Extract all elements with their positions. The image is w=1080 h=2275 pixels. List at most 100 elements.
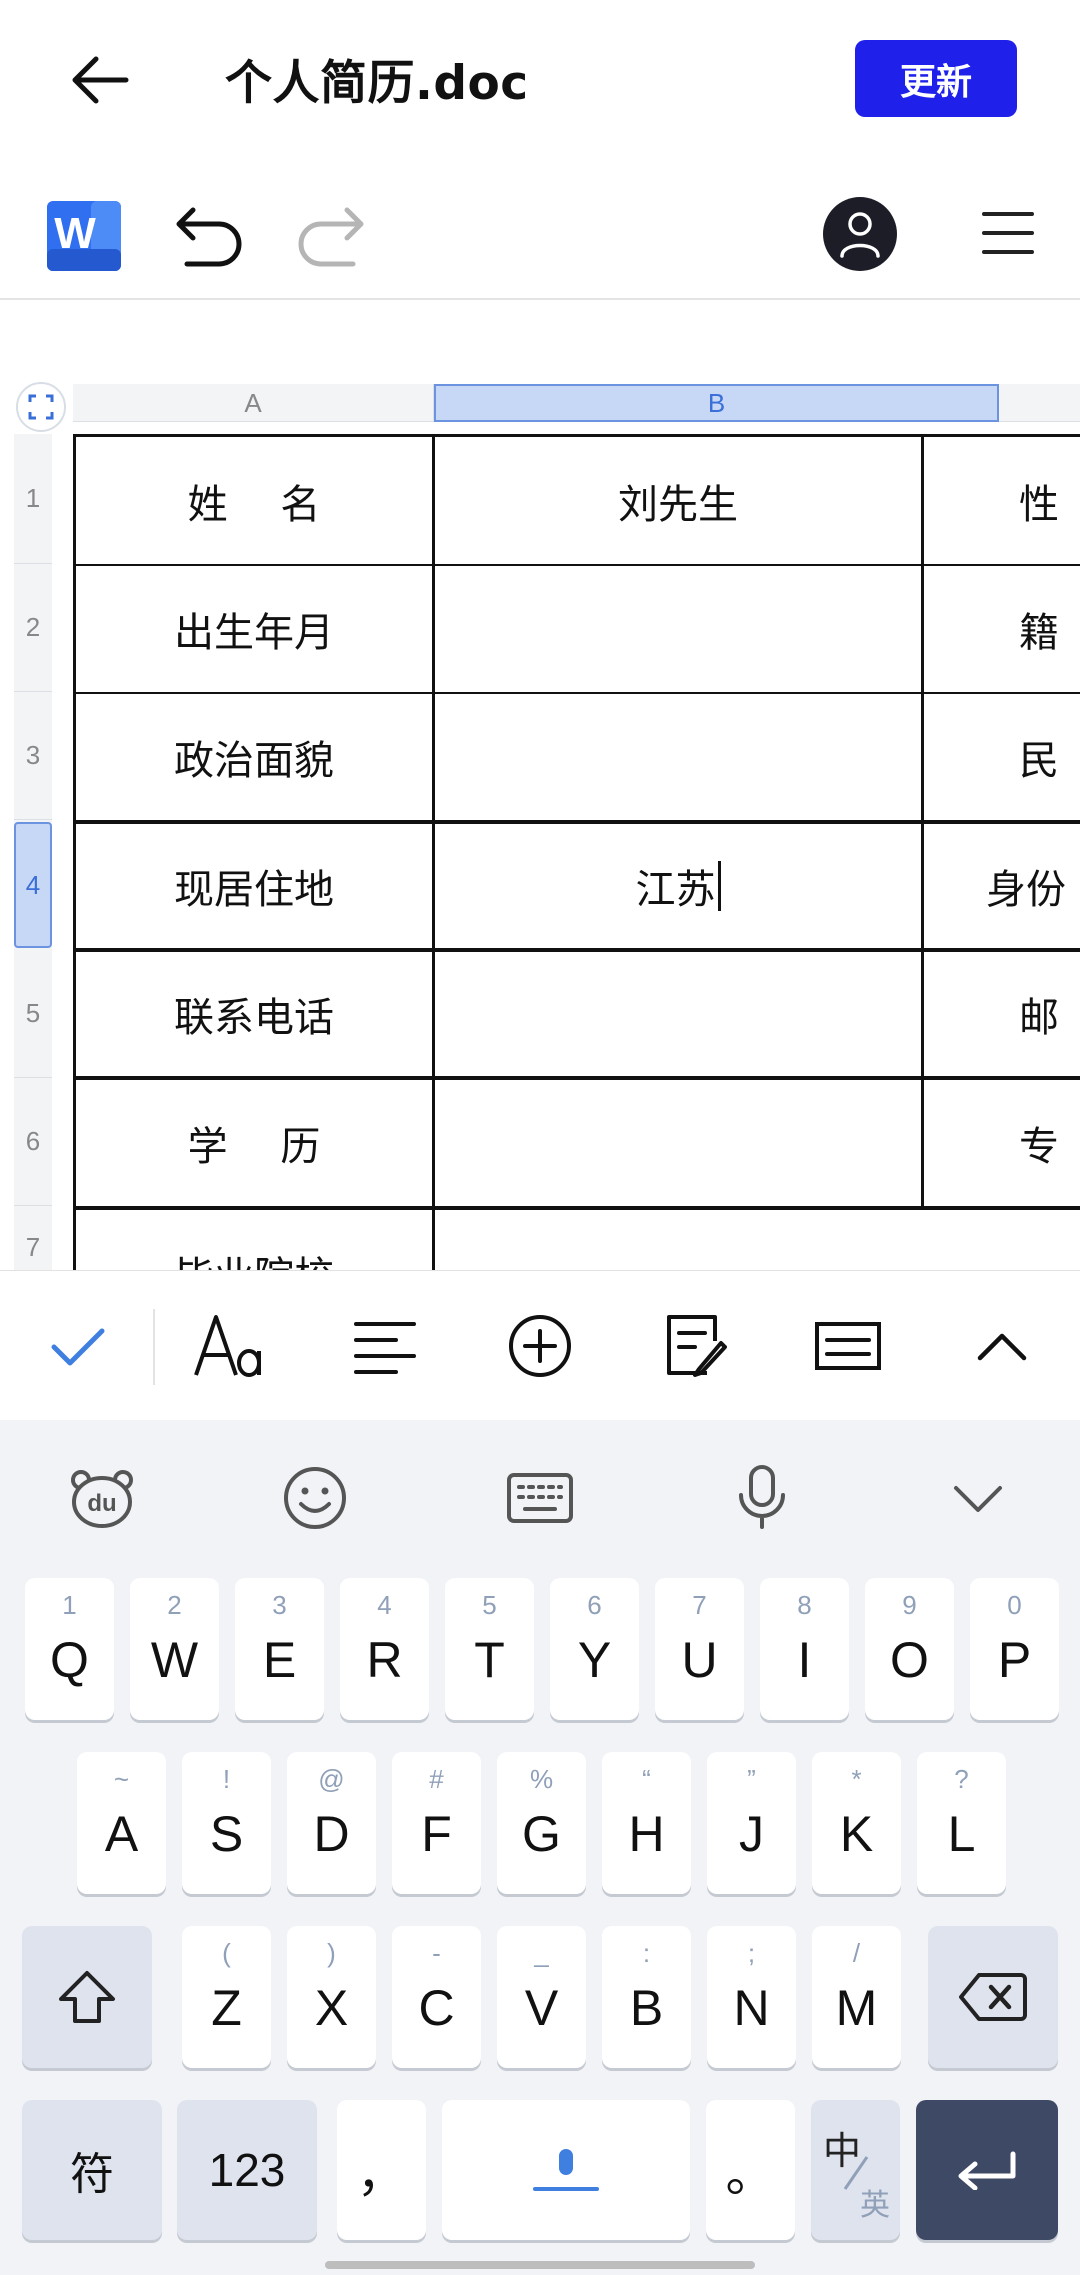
cell-c2[interactable]: 籍 [924,566,1080,692]
cell-a3[interactable]: 政治面貌 [76,694,432,820]
key-s[interactable]: ! S [182,1752,271,1894]
key-f[interactable]: # F [392,1752,481,1894]
language-switch-key[interactable]: 中 英 [811,2100,900,2240]
key-q[interactable]: 1Q [25,1578,114,1720]
key-e[interactable]: 3E [235,1578,324,1720]
row-header-4[interactable]: 4 [14,822,52,948]
key-c[interactable]: -C [392,1926,481,2068]
cell-b4-active[interactable]: 江苏 [435,824,921,948]
select-all-corner[interactable] [16,382,66,432]
row-header-7[interactable]: 7 [14,1208,52,1270]
svg-text:du: du [87,1490,116,1517]
emoji-button[interactable] [275,1460,355,1536]
key-m[interactable]: / M [812,1926,901,2068]
key-o[interactable]: 9O [865,1578,954,1720]
row-header-3[interactable]: 3 [14,692,52,820]
key-y[interactable]: 6Y [550,1578,639,1720]
document-sheet[interactable]: A B 1 2 3 4 5 6 7 姓 名 刘先生 性 出生年月 籍 政治面貌 [0,300,1080,1270]
enter-icon [958,2151,1016,2190]
cell-a7[interactable]: 毕业院校 [76,1210,432,1270]
key-b[interactable]: :B [602,1926,691,2068]
home-indicator [325,2261,755,2269]
hide-keyboard-button[interactable] [938,1460,1018,1536]
cell-a6[interactable]: 学 历 [76,1080,432,1206]
back-button[interactable] [62,45,138,115]
cell-c6[interactable]: 专 [924,1080,1080,1206]
backspace-key[interactable] [928,1926,1058,2068]
table-grid: 姓 名 刘先生 性 出生年月 籍 政治面貌 民 现居住地 江苏 身份 联系电话 … [73,434,1080,1270]
review-button[interactable] [655,1306,735,1386]
word-logo: W [47,201,121,271]
key-t[interactable]: 5T [445,1578,534,1720]
enter-key[interactable] [916,2100,1058,2240]
cell-a4[interactable]: 现居住地 [76,824,432,948]
confirm-button[interactable] [38,1306,118,1386]
key-r[interactable]: 4R [340,1578,429,1720]
key-u[interactable]: 7U [655,1578,744,1720]
check-icon [51,1328,105,1366]
row-header-2[interactable]: 2 [14,564,52,692]
cell-b1[interactable]: 刘先生 [435,437,921,564]
period-key[interactable]: 。 [706,2100,795,2240]
arrow-left-icon [72,56,129,104]
shift-arrow-icon [59,1971,115,2023]
key-a[interactable]: ~ A [77,1752,166,1894]
undo-button[interactable] [175,202,245,268]
key-j[interactable]: ” J [707,1752,796,1894]
column-header-b[interactable]: B [434,384,999,422]
symbols-key[interactable]: 符 [22,2100,162,2240]
key-k[interactable]: * K [812,1752,901,1894]
comma-key[interactable]: ， [337,2100,426,2240]
cell-c4[interactable]: 身份 [924,824,1080,948]
shift-key[interactable] [22,1926,152,2068]
redo-button[interactable] [295,202,365,268]
font-icon [194,1315,261,1377]
user-avatar[interactable] [823,197,897,271]
cell-a2[interactable]: 出生年月 [76,566,432,692]
plus-circle-icon [509,1315,571,1377]
key-l[interactable]: ? L [917,1752,1006,1894]
voice-input-button[interactable] [722,1460,802,1536]
cell-a5[interactable]: 联系电话 [76,952,432,1076]
keyboard-logo-button[interactable]: du [62,1460,142,1536]
cell-c3[interactable]: 民 [924,694,1080,820]
emoji-icon [284,1467,346,1529]
key-h[interactable]: “H [602,1752,691,1894]
update-button[interactable]: 更新 [855,40,1017,117]
row-header-5[interactable]: 5 [14,950,52,1078]
keyboard-switch-button[interactable] [500,1460,580,1536]
cell-b5[interactable] [435,952,921,1076]
cell-c1[interactable]: 性 [924,437,1080,564]
cell-b3[interactable] [435,694,921,820]
cell-b2[interactable] [435,566,921,692]
cell-b6[interactable] [435,1080,921,1206]
key-z[interactable]: (Z [182,1926,271,2068]
paragraph-align-button[interactable] [345,1306,425,1386]
keyboard-icon [507,1473,573,1523]
key-n[interactable]: ; N [707,1926,796,2068]
key-g[interactable]: % G [497,1752,586,1894]
fullscreen-icon [28,394,54,420]
menu-button[interactable] [980,208,1036,258]
diagonal-slash-icon [843,2156,869,2190]
keyboard-layout-button[interactable] [808,1306,888,1386]
row-header-6[interactable]: 6 [14,1078,52,1206]
column-header-a[interactable]: A [73,384,434,422]
numbers-key[interactable]: 123 [177,2100,317,2240]
key-p[interactable]: 0P [970,1578,1059,1720]
cell-a1[interactable]: 姓 名 [76,437,432,564]
microphone-icon [739,1465,785,1529]
font-style-button[interactable] [190,1306,270,1386]
key-i[interactable]: 8I [760,1578,849,1720]
key-d[interactable]: @ D [287,1752,376,1894]
key-w[interactable]: 2W [130,1578,219,1720]
key-x[interactable]: ) X [287,1926,376,2068]
row-header-1[interactable]: 1 [14,434,52,564]
insert-button[interactable] [500,1306,580,1386]
key-v[interactable]: _ V [497,1926,586,2068]
microphone-icon [533,2149,599,2191]
space-key[interactable] [442,2100,690,2240]
collapse-toolbar-button[interactable] [962,1306,1042,1386]
cell-c5[interactable]: 邮 [924,952,1080,1076]
column-headers: A B [73,384,1080,422]
